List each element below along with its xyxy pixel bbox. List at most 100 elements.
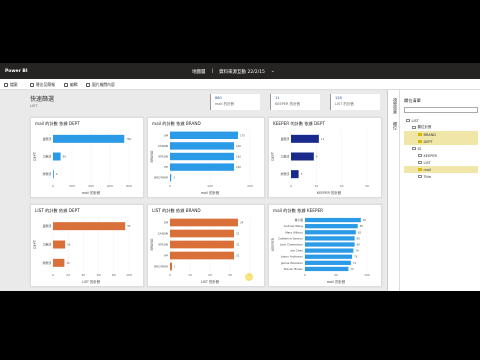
bar[interactable] [170,229,234,238]
field-item[interactable]: ID [404,145,478,152]
field-item[interactable]: LIST [404,117,478,124]
field-checkbox[interactable] [418,132,422,137]
y-tick-label: HP [164,165,168,169]
fields-search-input[interactable] [404,107,478,113]
chart-card-keeper-by-dept[interactable]: KEEPER 的計數 依據 DEPT DEPT 0 10 20 30 KEEPER 的計數業… [268,117,382,198]
chevron-down-icon[interactable]: ⌄ [271,69,275,75]
data-label: 160 [236,155,241,159]
toolbar-image-button[interactable]: 圖片檢閱內容 [86,82,115,88]
kpi-card[interactable]: 880 mail 的計數 [210,94,260,110]
data-label: 1 [174,265,176,269]
field-checkbox[interactable] [418,174,422,179]
bar-chart: DEPT 0 200 400 600 800 mail 的計數 業務部 750 工務部 80 財務部 9 [33,130,132,195]
kpi-card[interactable]: 128 LIST 的計數 [330,94,380,110]
x-tick-label: 80 [112,273,116,277]
field-label: LIST [423,160,431,165]
data-label: 90 [363,218,367,222]
field-item[interactable]: BRAND [404,131,478,138]
field-item[interactable]: KEEPER [404,152,478,159]
x-tick-label: 30 [228,273,232,277]
x-axis-title: LIST 的計數 [82,279,101,284]
field-checkbox[interactable] [418,167,422,172]
page-title: 快速篩選 [30,96,55,103]
data-label: 750 [126,137,131,141]
y-tick-label: Joe Chen [290,249,304,253]
x-tick-label: 400 [88,184,94,188]
tab-fields[interactable]: 欄位 [392,122,398,130]
data-label: 170 [240,133,245,137]
edit-icon [64,83,68,87]
field-checkbox[interactable] [412,146,416,151]
bar[interactable] [170,218,238,227]
y-axis-title: DEPT [271,151,275,161]
y-tick-label: 財務部 [281,172,290,176]
bar[interactable] [170,251,234,260]
toolbar-file-button[interactable]: 檔案 [4,82,18,88]
field-checkbox[interactable] [418,139,422,144]
bar[interactable] [170,163,234,171]
tab-visualizations[interactable]: 視覺效果 [392,98,398,114]
y-tick-label: 3M [164,221,169,225]
y-tick-label: Mary Willson [285,230,303,234]
bar[interactable] [305,266,349,272]
export-icon [30,83,34,87]
field-item[interactable]: mail [404,166,478,173]
bar[interactable] [305,242,355,247]
x-tick-label: 200 [247,184,253,188]
field-item[interactable]: LIST [404,159,478,166]
data-label: 9 [56,172,58,176]
bar[interactable] [305,224,358,229]
bar[interactable] [53,258,65,267]
bar[interactable] [53,222,126,231]
field-item[interactable]: Title [404,173,478,180]
bar[interactable] [53,134,125,143]
toolbar-label: 圖片檢閱內容 [92,82,115,87]
document-title[interactable]: 地圖層 | 資料來源互動 22/2/15 ⌄ [192,69,275,75]
data-label: 80 [357,236,361,240]
bar[interactable] [305,217,361,223]
field-checkbox[interactable] [418,153,422,158]
field-checkbox[interactable] [418,160,422,165]
bar[interactable] [170,152,234,161]
bar[interactable] [291,134,319,143]
field-item[interactable]: 欄位計數 [404,124,478,131]
chart-card-mail-by-brand[interactable]: mail 的計數 依據 BRAND BRAND 0 100 200 mail 的計數 3M 1… [147,117,265,198]
bar[interactable] [53,240,66,249]
bar[interactable] [170,262,172,271]
data-label: 95 [127,224,131,228]
field-label: ID [417,146,422,151]
field-checkbox[interactable] [412,125,416,130]
bar[interactable] [291,152,314,161]
bar[interactable] [170,173,172,182]
bar[interactable] [305,254,353,259]
kpi-label: mail 的計數 [215,102,235,106]
y-axis-title: DEPT [33,239,37,249]
y-tick-label: CANON [158,232,168,236]
bar[interactable] [305,236,355,241]
field-checkbox[interactable] [406,118,410,123]
report-canvas: 快速篩選 LIST 880 mail 的計數 11 KEEPER 的計數 128 LI… [0,90,387,291]
bar[interactable] [305,260,351,265]
bar[interactable] [170,131,238,140]
field-item[interactable]: DEPT [404,138,478,145]
chart-card-list-by-dept[interactable]: LIST 的計數 依據 DEPT DEPT 0 20 40 60 80 100 LIST 的計數… [30,204,144,287]
kpi-card[interactable]: 11 KEEPER 的計數 [270,94,320,110]
bar[interactable] [53,152,61,161]
bar[interactable] [305,230,356,235]
data-label: 32 [236,254,240,258]
chart-card-mail-by-dept[interactable]: mail 的計數 依據 DEPT DEPT 0 200 400 600 800 mail 的計… [30,117,144,198]
bar-chart: DEPT 0 10 20 30 KEEPER 的計數 業務部 11 工務部 9 財務部 3 [271,130,369,195]
data-label: 82 [358,230,362,234]
bar[interactable] [170,240,234,249]
y-tick-label: BROTHER [154,176,168,180]
bar-chart: BRAND 0 100 200 mail 的計數 3M 170 CANON 160 EPSON 16… [150,130,253,195]
y-tick-label: Jack Chamerson [279,243,303,247]
chart-card-mail-by-keeper[interactable]: mail 的計數 依據 KEEPER KEEPER 0 50 100 mail 的計數 黃小… [268,204,382,287]
bar[interactable] [170,142,234,150]
image-icon [86,83,90,87]
toolbar-edit-button[interactable]: 編輯 [64,82,78,88]
bar[interactable] [291,170,299,179]
toolbar-export-button[interactable]: 匯出至簡報 [30,82,55,88]
bar[interactable] [305,248,354,253]
bar[interactable] [53,170,54,179]
